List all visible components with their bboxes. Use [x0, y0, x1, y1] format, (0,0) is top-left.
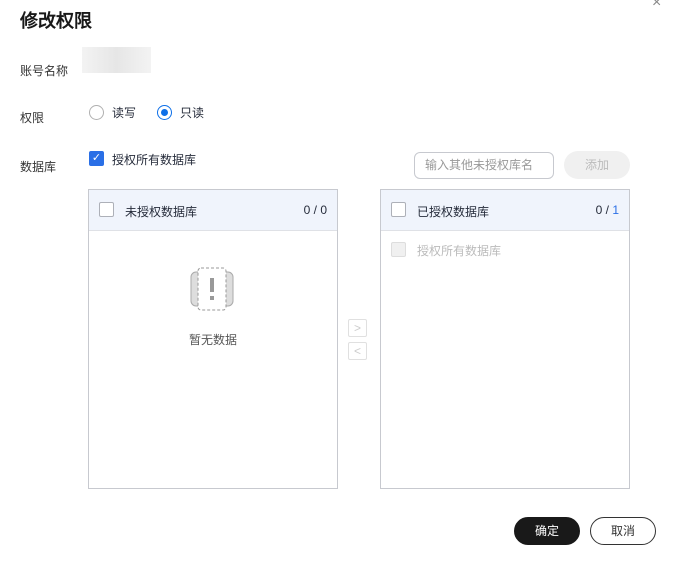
close-icon[interactable]: × — [652, 0, 661, 12]
radio-read-write-label[interactable]: 读写 — [112, 104, 136, 121]
panel-title: 已授权数据库 — [417, 205, 490, 219]
move-left-button[interactable]: < — [348, 342, 367, 360]
dialog-title: 修改权限 — [20, 11, 92, 31]
empty-text: 暂无数据 — [188, 333, 237, 347]
panel-title: 未授权数据库 — [125, 205, 198, 219]
database-name-input[interactable]: 输入其他未授权库名 — [414, 152, 554, 179]
authorized-panel: 已授权数据库 0 / 1 授权所有数据库 — [380, 189, 630, 489]
select-all-authorized-checkbox[interactable] — [391, 202, 406, 217]
grant-all-checkbox[interactable]: ✓ — [89, 151, 104, 166]
account-name-value — [82, 47, 151, 73]
unauthorized-panel: 未授权数据库 0 / 0 暂无数据 — [88, 189, 338, 489]
item-checkbox[interactable] — [391, 242, 406, 257]
cancel-button[interactable]: 取消 — [590, 517, 656, 545]
permission-label: 权限 — [20, 111, 45, 125]
panel-count: 0 / 0 — [303, 203, 327, 217]
confirm-button[interactable]: 确定 — [514, 517, 580, 545]
radio-read-write[interactable] — [89, 105, 104, 120]
radio-read-only[interactable] — [157, 105, 172, 120]
move-right-button[interactable]: > — [348, 319, 367, 337]
database-label: 数据库 — [20, 160, 57, 174]
account-label: 账号名称 — [20, 64, 69, 78]
panel-count: 0 / 1 — [595, 203, 619, 217]
select-all-unauthorized-checkbox[interactable] — [99, 202, 114, 217]
radio-read-only-label[interactable]: 只读 — [180, 104, 204, 121]
empty-data-icon — [190, 267, 234, 311]
list-item: 授权所有数据库 — [417, 244, 502, 258]
grant-all-label[interactable]: 授权所有数据库 — [112, 151, 196, 168]
add-button[interactable]: 添加 — [564, 151, 630, 179]
